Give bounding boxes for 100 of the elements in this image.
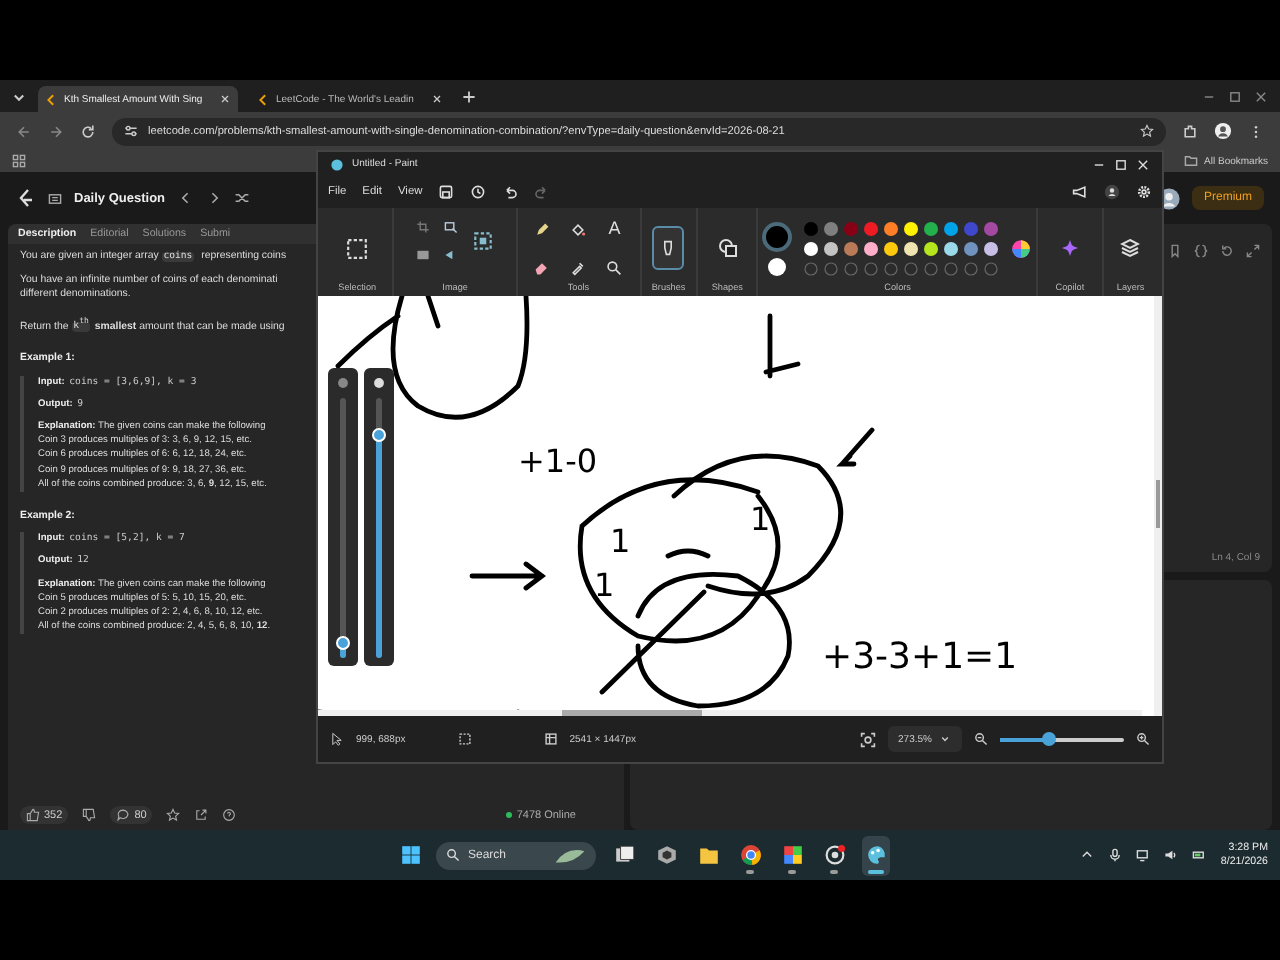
current-color-swatch[interactable] (768, 257, 787, 275)
fit-to-window-icon[interactable] (860, 731, 877, 747)
site-icon (46, 93, 58, 105)
shapes-icon[interactable] (717, 238, 738, 258)
color-wheel-icon[interactable] (1010, 237, 1033, 259)
history-icon[interactable] (470, 184, 487, 200)
sparkle-icon[interactable] (1059, 238, 1080, 258)
palette-color-swatch[interactable] (824, 221, 839, 235)
select-rectangle-icon[interactable] (346, 237, 369, 259)
crop-icon[interactable] (416, 219, 431, 233)
new-tab-icon[interactable] (462, 89, 476, 103)
megaphone-icon[interactable] (1072, 184, 1088, 200)
brushes-button[interactable] (652, 226, 685, 270)
palette-color-swatch[interactable] (804, 241, 819, 255)
zoom-in-icon[interactable] (1136, 732, 1150, 746)
palette-color-swatch[interactable] (904, 221, 919, 235)
previous-icon[interactable] (177, 190, 194, 206)
palette-color-swatch[interactable] (864, 221, 879, 235)
dot-icon (372, 376, 386, 390)
palette-color-swatch[interactable] (944, 241, 959, 255)
expand-icon[interactable] (1246, 244, 1260, 258)
palette-color-swatch[interactable] (944, 221, 959, 235)
palette-color-swatch[interactable] (984, 241, 999, 255)
palette-color-swatch[interactable] (984, 221, 999, 235)
image-frame-icon[interactable] (416, 247, 431, 261)
handwritten-text: 1 (610, 522, 631, 560)
canvas-size-icon (543, 732, 558, 746)
palette-color-swatch[interactable] (924, 221, 939, 235)
eraser-icon[interactable] (534, 259, 551, 276)
folder-icon (1184, 154, 1199, 168)
speech-bubble-icon (116, 808, 131, 822)
account-icon[interactable] (1104, 184, 1120, 200)
color-picker-icon[interactable] (570, 259, 587, 276)
palette-color-swatch[interactable] (884, 241, 899, 255)
layers-icon[interactable] (1120, 238, 1141, 258)
vertical-slider[interactable] (328, 368, 358, 666)
taskbar-palette-app-icon[interactable] (862, 835, 890, 875)
reload-icon[interactable] (80, 123, 96, 139)
background-removal-icon[interactable] (472, 229, 495, 251)
palette-color-swatch[interactable] (964, 241, 979, 255)
start-icon[interactable] (400, 844, 422, 866)
palette-color-swatch[interactable] (884, 221, 899, 235)
save-icon[interactable] (438, 184, 455, 200)
palette-color-swatch[interactable] (864, 241, 879, 255)
current-color-swatch[interactable] (762, 221, 793, 251)
search-icon (446, 848, 460, 862)
reset-icon[interactable] (1220, 244, 1234, 258)
palette-color-swatch[interactable] (844, 241, 859, 255)
forward-icon[interactable] (48, 123, 64, 139)
logo-icon[interactable] (16, 188, 36, 208)
palette-color-swatch[interactable] (924, 241, 939, 255)
microphone-icon[interactable] (1108, 848, 1123, 862)
undo-icon[interactable] (502, 184, 519, 200)
thumbs-up-icon (26, 808, 40, 822)
fill-bucket-icon[interactable] (570, 221, 587, 238)
shuffle-icon[interactable] (233, 190, 250, 206)
text-tool-button[interactable]: A (608, 220, 621, 239)
handwritten-text: 1 (594, 566, 615, 604)
tab-list-icon[interactable] (12, 89, 26, 103)
chevron-up-icon[interactable] (1080, 848, 1095, 862)
battery-icon[interactable] (1192, 848, 1207, 862)
handwritten-text: +3-3+1=1 (822, 636, 1018, 678)
maximize-icon[interactable] (1228, 89, 1242, 103)
profile-avatar-icon[interactable] (1214, 122, 1232, 140)
settings-icon[interactable] (1136, 184, 1152, 200)
star-icon[interactable] (166, 808, 181, 822)
leaf-icon (554, 847, 586, 863)
magnifier-icon[interactable] (606, 259, 623, 276)
braces-icon[interactable] (1194, 244, 1208, 258)
site-settings-icon[interactable] (124, 124, 138, 138)
palette-color-swatch[interactable] (904, 241, 919, 255)
share-icon[interactable] (194, 808, 209, 822)
help-icon[interactable] (222, 808, 237, 822)
dot-icon (336, 376, 350, 390)
bookmark-star-icon[interactable] (1140, 124, 1154, 138)
vertical-slider[interactable] (364, 368, 394, 666)
selection-size-icon (457, 732, 472, 746)
palette-color-swatch[interactable] (824, 241, 839, 255)
palette-color-swatch[interactable] (964, 221, 979, 235)
handwritten-text: 1 (750, 500, 771, 538)
pointer-icon (330, 732, 344, 746)
back-icon[interactable] (16, 123, 32, 139)
dislike-icon[interactable] (82, 808, 97, 822)
chevron-down-icon (938, 732, 952, 746)
palette-color-swatch[interactable] (804, 221, 819, 235)
zoom-out-icon[interactable] (974, 732, 988, 746)
network-icon[interactable] (1136, 848, 1151, 862)
close-tab-icon[interactable] (432, 94, 442, 104)
apps-grid-icon[interactable] (12, 154, 26, 168)
extensions-icon[interactable] (1182, 123, 1198, 139)
redo-icon[interactable] (534, 184, 551, 200)
resize-image-icon[interactable] (444, 219, 459, 233)
close-tab-icon[interactable] (220, 94, 230, 104)
bookmark-icon[interactable] (1168, 244, 1182, 258)
paint-app-icon (330, 157, 344, 171)
list-icon[interactable] (48, 191, 62, 205)
palette-color-swatch[interactable] (844, 221, 859, 235)
site-icon (258, 93, 270, 105)
speaker-icon[interactable] (1164, 848, 1179, 862)
brush-icon (660, 240, 677, 256)
